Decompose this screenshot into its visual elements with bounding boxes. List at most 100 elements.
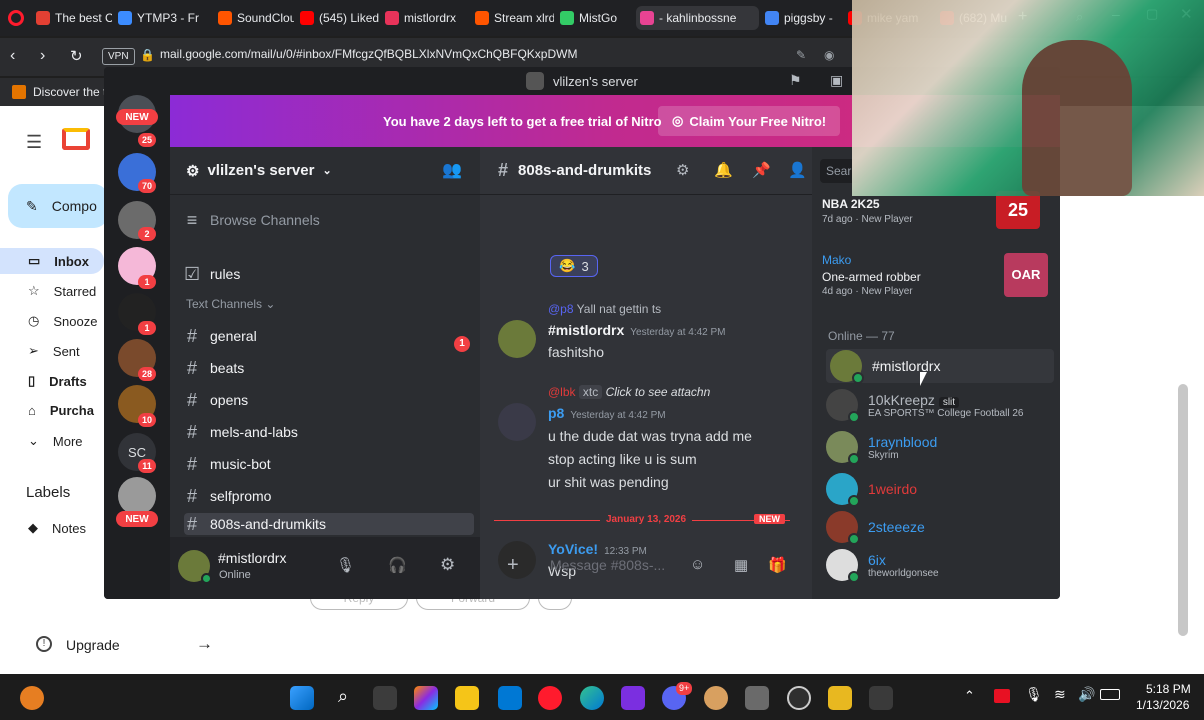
message-input[interactable]: Message #808s-... xyxy=(550,557,665,573)
browser-tab[interactable]: YTMP3 - Fr xyxy=(118,6,212,30)
nav-inbox[interactable]: ▭ Inbox xyxy=(28,253,89,269)
browser-tab[interactable]: piggsby - xyxy=(765,6,842,30)
app-icon[interactable] xyxy=(869,686,893,710)
activity-card[interactable]: Mako One-armed robber 4d ago · New Playe… xyxy=(822,253,1050,301)
task-view-icon[interactable] xyxy=(373,686,397,710)
wifi-icon[interactable]: ≋ xyxy=(1054,686,1066,703)
app-icon[interactable] xyxy=(828,686,852,710)
vpn-badge[interactable]: VPN xyxy=(102,48,135,65)
channel-808s-and-drumkits[interactable]: #808s-and-drumkits xyxy=(184,513,474,535)
weather-icon[interactable] xyxy=(20,686,44,710)
bookmark-item[interactable]: Discover the t xyxy=(33,85,106,99)
pin-icon[interactable]: 📌 xyxy=(752,161,771,179)
clock-time[interactable]: 5:18 PM xyxy=(1146,682,1191,696)
edge-icon[interactable] xyxy=(580,686,604,710)
claim-nitro-button[interactable]: ◎ Claim Your Free Nitro! xyxy=(658,106,841,136)
browser-tab[interactable]: SoundClou xyxy=(218,6,294,30)
channel-general[interactable]: # general xyxy=(184,323,474,349)
opera-logo-icon[interactable] xyxy=(8,10,24,26)
server-icon[interactable] xyxy=(118,477,156,515)
channel-rules[interactable]: ☑ rules xyxy=(184,261,474,287)
battery-icon[interactable] xyxy=(1100,689,1120,700)
channel-music-bot[interactable]: # music-bot xyxy=(184,451,474,477)
text-channels-header[interactable]: Text Channels ⌄ xyxy=(186,297,275,311)
start-windows-icon[interactable] xyxy=(290,686,314,710)
camera-app-icon[interactable] xyxy=(745,686,769,710)
opera-icon[interactable] xyxy=(538,686,562,710)
outlook-icon[interactable] xyxy=(498,686,522,710)
clock-date[interactable]: 1/13/2026 xyxy=(1136,698,1189,712)
member-row[interactable]: 2steeeze xyxy=(826,511,1054,545)
media-icon[interactable] xyxy=(621,686,645,710)
channel-beats[interactable]: # beats xyxy=(184,355,474,381)
browser-tab[interactable]: mistlordrx xyxy=(385,6,469,30)
headphones-icon[interactable]: 🎧 xyxy=(388,556,407,574)
nav-purchases[interactable]: ⌂ Purcha xyxy=(28,403,94,418)
hamburger-menu-icon[interactable]: ☰ xyxy=(26,132,42,153)
avatar[interactable] xyxy=(498,403,536,441)
browser-tab[interactable]: Stream xlrd xyxy=(475,6,554,30)
upgrade-link[interactable]: Upgrade xyxy=(66,637,120,653)
avatar[interactable] xyxy=(498,320,536,358)
reaction-chip[interactable]: 😂 3 xyxy=(550,255,598,277)
member-row[interactable]: #mistlordrx xyxy=(826,349,1054,384)
nav-starred[interactable]: ☆ Starred xyxy=(28,283,96,299)
microphone-icon[interactable]: 🎙 xyxy=(336,556,355,574)
inbox-flag-icon[interactable]: ⚑ xyxy=(789,72,802,89)
channel-selfpromo[interactable]: # selfpromo xyxy=(184,483,474,509)
member-row[interactable]: 6ix theworldgonsee xyxy=(826,549,1054,583)
browse-channels[interactable]: ≡ Browse Channels xyxy=(184,207,474,233)
reply-preview[interactable]: @p8 Yall nat gettin ts xyxy=(548,302,808,316)
nav-sent[interactable]: ➢ Sent xyxy=(28,343,80,359)
apps-icon[interactable]: ▦ xyxy=(734,556,748,574)
reply-preview[interactable]: @lbk xtc Click to see attachn xyxy=(548,385,808,399)
username[interactable]: #mistlordrx xyxy=(218,550,286,566)
browser-tab[interactable]: The best C xyxy=(36,6,112,30)
nav-drafts[interactable]: ▯ Drafts xyxy=(28,373,87,389)
nav-more[interactable]: ⌄ More xyxy=(28,433,83,449)
scrollbar[interactable] xyxy=(1178,384,1188,636)
camera-icon[interactable]: ◉ xyxy=(824,48,834,62)
compose-button[interactable]: ✎ Compo xyxy=(8,184,108,228)
arrow-right-icon[interactable]: → xyxy=(196,634,213,654)
copilot-icon[interactable] xyxy=(414,686,438,710)
browser-tab[interactable]: - kahlinbossne xyxy=(636,6,759,30)
label-notes[interactable]: ◆ Notes xyxy=(28,520,86,536)
microphone-tray-icon[interactable]: 🎙 xyxy=(1025,686,1043,703)
nav-snoozed[interactable]: ◷ Snooze xyxy=(28,313,97,329)
member-row[interactable]: 1raynblood Skyrim xyxy=(826,431,1054,465)
user-settings-icon[interactable]: ⚙ xyxy=(440,555,455,575)
channel-mels-and-labs[interactable]: # mels-and-labs xyxy=(184,419,474,445)
add-member-icon[interactable]: 👥 xyxy=(442,160,462,180)
forward-arrow-icon[interactable]: › xyxy=(40,47,45,65)
channel-opens[interactable]: # opens xyxy=(184,387,474,413)
app-icon[interactable] xyxy=(704,686,728,710)
app-icon[interactable] xyxy=(787,686,811,710)
back-arrow-icon[interactable]: ‹ xyxy=(10,47,15,65)
message-author[interactable]: #mistlordrx xyxy=(548,322,624,338)
tray-chevron-icon[interactable]: ⌃ xyxy=(964,688,975,704)
browser-tab[interactable]: MistGo xyxy=(560,6,630,30)
tray-app-icon[interactable] xyxy=(994,689,1010,703)
activity-card[interactable]: NBA 2K25 7d ago · New Player 25 xyxy=(822,191,1050,237)
message-author[interactable]: YoVice! xyxy=(548,541,598,557)
member-list-icon[interactable]: 👤 xyxy=(788,161,807,179)
volume-icon[interactable]: 🔊 xyxy=(1078,686,1095,703)
bell-icon[interactable]: 🔔 xyxy=(714,161,733,179)
url-field[interactable]: mail.google.com/mail/u/0/#inbox/FMfcgzQf… xyxy=(160,47,577,61)
server-header[interactable]: ⚙ vlilzen's server ⌄ xyxy=(170,147,480,195)
avatar xyxy=(826,549,860,583)
file-explorer-icon[interactable] xyxy=(455,686,479,710)
search-icon[interactable]: ⌕ xyxy=(331,686,355,710)
window-icon[interactable]: ▣ xyxy=(830,72,843,89)
browser-tab[interactable]: (545) Liked xyxy=(300,6,379,30)
member-row[interactable]: 10kKreepz slit EA SPORTS™ College Footba… xyxy=(826,389,1054,423)
gift-icon[interactable]: 🎁 xyxy=(768,556,787,574)
emoji-icon[interactable]: ☺ xyxy=(690,556,705,573)
threads-icon[interactable]: ⚙ xyxy=(676,161,689,179)
edit-icon[interactable]: ✎ xyxy=(796,48,806,62)
member-row[interactable]: 1weirdo xyxy=(826,473,1054,507)
attach-plus-icon[interactable]: + xyxy=(507,554,519,577)
message-author[interactable]: p8 xyxy=(548,405,564,421)
reload-icon[interactable]: ↻ xyxy=(70,47,83,65)
